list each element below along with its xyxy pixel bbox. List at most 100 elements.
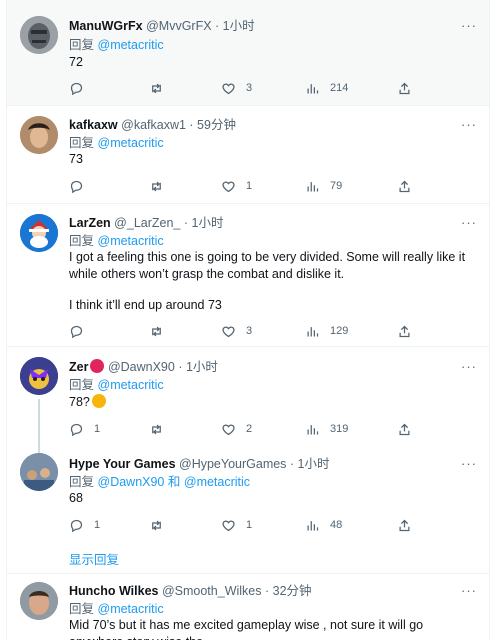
timestamp[interactable]: · 1小时 <box>184 216 224 230</box>
like-button[interactable]: 3 <box>221 322 252 340</box>
more-icon[interactable]: ··· <box>461 215 477 230</box>
mention-link[interactable]: @metacritic <box>98 234 164 248</box>
user-handle[interactable]: @DawnX90 <box>108 360 175 374</box>
share-icon <box>399 325 410 337</box>
views-button[interactable]: 79 <box>305 177 342 195</box>
tweet-text: 78? <box>69 394 469 411</box>
mention-link[interactable]: @metacritic <box>98 38 164 52</box>
tweet-header: LarZen @_LarZen_ · 1小时 <box>69 215 223 231</box>
share-icon <box>399 180 410 192</box>
views-icon <box>307 424 319 434</box>
mention-link[interactable]: @metacritic <box>98 602 164 616</box>
tweet-text: I got a feeling this one is going to be … <box>69 250 466 281</box>
avatar[interactable] <box>20 116 58 154</box>
retweet-button[interactable] <box>149 516 174 534</box>
thread-line <box>38 399 40 449</box>
tweet-actions: 1 79 <box>69 177 429 195</box>
reply-context: 回复 @metacritic <box>69 233 164 249</box>
display-name[interactable]: kafkaxw <box>69 118 118 132</box>
retweet-button[interactable] <box>149 79 174 97</box>
timestamp[interactable]: · 1小时 <box>290 457 330 471</box>
user-handle[interactable]: @Smooth_Wilkes <box>162 584 262 598</box>
more-icon[interactable]: ··· <box>461 117 477 132</box>
avatar[interactable] <box>20 357 58 395</box>
views-icon <box>307 520 319 530</box>
tweet-item[interactable]: Zer @DawnX90 · 1小时 ··· 回复 @metacritic 78… <box>7 347 489 449</box>
like-button[interactable]: 1 <box>221 516 252 534</box>
tweet-header: Huncho Wilkes @Smooth_Wilkes · 32分钟 <box>69 583 312 599</box>
views-button[interactable]: 48 <box>305 516 342 534</box>
reply-icon <box>70 519 83 532</box>
views-icon <box>307 181 319 191</box>
like-button[interactable]: 1 <box>221 177 252 195</box>
tweet-header: kafkaxw @kafkaxw1 · 59分钟 <box>69 117 236 133</box>
retweet-icon <box>152 181 161 191</box>
views-button[interactable]: 214 <box>305 79 348 97</box>
tweet-item[interactable]: kafkaxw @kafkaxw1 · 59分钟 ··· 回复 @metacri… <box>7 106 489 204</box>
retweet-button[interactable] <box>149 420 174 438</box>
tweet-item[interactable]: ManuWGrFx @MvvGrFX · 1小时 ··· 回复 @metacri… <box>7 0 489 106</box>
views-button[interactable]: 129 <box>305 322 348 340</box>
avatar[interactable] <box>20 214 58 252</box>
tweet-text: 68 <box>69 491 83 505</box>
views-icon <box>307 83 319 93</box>
show-replies-link[interactable]: 显示回复 <box>69 549 119 568</box>
reply-button[interactable]: 1 <box>69 516 100 534</box>
display-name[interactable]: LarZen <box>69 216 111 230</box>
more-icon[interactable]: ··· <box>461 583 477 598</box>
share-button[interactable] <box>397 322 412 340</box>
reply-prefix: 回复 <box>69 602 95 616</box>
share-button[interactable] <box>397 516 412 534</box>
retweet-button[interactable] <box>149 177 174 195</box>
user-handle[interactable]: @MvvGrFX <box>146 19 211 33</box>
timestamp[interactable]: · 1小时 <box>178 360 218 374</box>
reply-context: 回复 @metacritic <box>69 135 164 151</box>
timestamp[interactable]: · 59分钟 <box>189 118 236 132</box>
display-name[interactable]: Huncho Wilkes <box>69 584 158 598</box>
like-count: 2 <box>246 423 253 435</box>
avatar[interactable] <box>20 453 58 491</box>
retweet-icon <box>152 520 161 530</box>
avatar[interactable] <box>20 582 58 620</box>
avatar[interactable] <box>20 16 58 54</box>
share-button[interactable] <box>397 177 412 195</box>
user-handle[interactable]: @kafkaxw1 <box>121 118 186 132</box>
like-icon <box>222 82 235 94</box>
mention-link[interactable]: @metacritic <box>98 136 164 150</box>
user-handle[interactable]: @_LarZen_ <box>114 216 180 230</box>
reply-button[interactable]: 1 <box>69 420 100 438</box>
tweet-item[interactable]: Hype Your Games @HypeYourGames · 1小时 ···… <box>7 449 489 574</box>
reply-button[interactable] <box>69 177 94 195</box>
avatar-image <box>20 357 58 395</box>
tweet-item[interactable]: Huncho Wilkes @Smooth_Wilkes · 32分钟 ··· … <box>7 574 489 640</box>
share-button[interactable] <box>397 420 412 438</box>
tweet-actions: 3 129 <box>69 322 429 340</box>
reply-conjunction: 和 <box>167 475 181 489</box>
timestamp[interactable]: · 32分钟 <box>265 584 312 598</box>
share-button[interactable] <box>397 79 412 97</box>
like-icon <box>222 325 235 337</box>
views-button[interactable]: 319 <box>305 420 348 438</box>
mention-link[interactable]: @metacritic <box>98 378 164 392</box>
like-icon <box>222 519 235 531</box>
share-icon <box>399 82 410 94</box>
display-name[interactable]: Zer <box>69 360 88 374</box>
more-icon[interactable]: ··· <box>461 456 477 471</box>
more-icon[interactable]: ··· <box>461 18 477 33</box>
like-button[interactable]: 3 <box>221 79 252 97</box>
more-icon[interactable]: ··· <box>461 359 477 374</box>
user-handle[interactable]: @HypeYourGames <box>179 457 286 471</box>
display-name[interactable]: ManuWGrFx <box>69 19 143 33</box>
mention-link[interactable]: @DawnX90 <box>98 475 165 489</box>
like-button[interactable]: 2 <box>221 420 252 438</box>
tweet-item[interactable]: LarZen @_LarZen_ · 1小时 ··· 回复 @metacriti… <box>7 204 489 347</box>
timestamp[interactable]: · 1小时 <box>215 19 255 33</box>
retweet-button[interactable] <box>149 322 174 340</box>
reply-prefix: 回复 <box>69 378 95 392</box>
view-count: 214 <box>330 82 349 94</box>
mention-link[interactable]: @metacritic <box>184 475 250 489</box>
avatar-image <box>20 116 58 154</box>
reply-button[interactable] <box>69 322 94 340</box>
display-name[interactable]: Hype Your Games <box>69 457 176 471</box>
reply-button[interactable] <box>69 79 94 97</box>
